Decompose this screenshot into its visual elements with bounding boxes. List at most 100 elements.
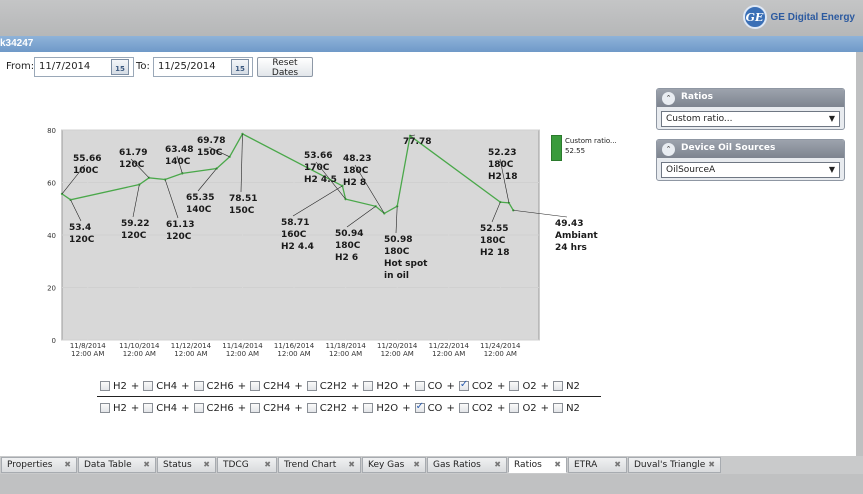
tab-ratios[interactable]: Ratios ✖ [508, 457, 567, 473]
oil-source-select-value: OilSourceA [666, 165, 716, 175]
denominator-row: H2+CH4+C2H6+C2H4+C2H2+H2O+CO+CO2+O2+N2 [100, 401, 600, 415]
tab-tdcg[interactable]: TDCG ✖ [217, 457, 277, 473]
checkbox-co[interactable] [414, 381, 425, 391]
tab-label: Data Table [84, 460, 132, 470]
data-label-line: 140C [165, 157, 191, 167]
checkbox-c2h4[interactable] [250, 403, 261, 413]
gas-label: C2H4 [263, 402, 291, 414]
data-label-line: 24 hrs [555, 243, 587, 253]
checkbox-co[interactable] [414, 401, 425, 413]
tab-duval-s-triangle[interactable]: Duval's Triangle ✖ [628, 457, 721, 473]
data-label-line: 61.13 [166, 220, 194, 230]
ratios-box: ⌃ Ratios Custom ratio... ▼ [656, 88, 845, 130]
x-tick-label: 11/18/2014 [325, 342, 366, 350]
checkbox-n2[interactable] [553, 381, 564, 391]
plus-sign: + [402, 380, 411, 392]
collapse-icon[interactable]: ⌃ [662, 92, 675, 105]
close-icon[interactable]: ✖ [64, 460, 71, 469]
plus-sign: + [237, 402, 247, 414]
data-label-line: 180C [384, 247, 410, 257]
close-icon[interactable]: ✖ [143, 460, 150, 469]
x-tick-label-time: 12:00 AM [381, 350, 414, 358]
checkbox-co2[interactable] [458, 403, 469, 413]
close-icon[interactable]: ✖ [264, 460, 271, 469]
ratios-title: Ratios [681, 92, 713, 102]
tab-key-gas[interactable]: Key Gas ✖ [362, 457, 426, 473]
data-label-line: 58.71 [281, 218, 309, 228]
tab-label: Duval's Triangle [634, 460, 706, 470]
checkbox-co2[interactable] [458, 379, 469, 391]
data-label-line: 180C [335, 241, 361, 251]
data-label-line: 180C [488, 160, 514, 170]
checkbox-ch4[interactable] [143, 403, 154, 413]
y-tick-label: 0 [52, 337, 56, 345]
data-label-line: 120C [121, 231, 147, 241]
plus-sign: + [294, 380, 303, 392]
ratios-select[interactable]: Custom ratio... ▼ [661, 111, 840, 127]
close-icon[interactable]: ✖ [614, 460, 621, 469]
close-icon[interactable]: ✖ [348, 460, 355, 469]
checkbox-c2h6[interactable] [193, 381, 204, 391]
checkbox-h2[interactable] [100, 381, 110, 391]
checkbox-o2[interactable] [509, 381, 520, 391]
close-icon[interactable]: ✖ [708, 460, 715, 469]
data-label-line: 120C [119, 160, 145, 170]
x-tick-label-time: 12:00 AM [432, 350, 465, 358]
plus-sign: + [540, 380, 550, 392]
checkbox-o2[interactable] [509, 403, 520, 413]
checkbox-c2h4[interactable] [250, 381, 261, 391]
data-label-line: Hot spot [384, 259, 428, 269]
data-label-line: 140C [186, 205, 212, 215]
data-label-line: 170C [304, 163, 330, 173]
checkbox-h2[interactable] [100, 403, 110, 413]
data-label-line: 55.66 [73, 154, 101, 164]
plus-sign: + [497, 402, 506, 414]
ratio-chart: 020406080 11/8/201412:00 AM11/10/201412:… [47, 127, 598, 358]
gas-label: CH4 [156, 380, 178, 392]
chevron-down-icon: ▼ [828, 114, 835, 123]
x-tick-label: 11/20/2014 [377, 342, 418, 350]
data-label-line: 120C [69, 235, 95, 245]
tab-trend-chart[interactable]: Trend Chart ✖ [278, 457, 361, 473]
plus-sign: + [181, 402, 190, 414]
checkbox-c2h2[interactable] [306, 403, 317, 413]
tab-label: Properties [7, 460, 53, 470]
tab-label: Ratios [514, 460, 542, 470]
data-label-line: 180C [480, 236, 506, 246]
x-tick-label-time: 12:00 AM [123, 350, 156, 358]
plus-sign: + [446, 402, 455, 414]
tab-etra[interactable]: ETRA ✖ [568, 457, 627, 473]
gas-label: C2H2 [319, 380, 348, 392]
data-label-line: 48.23 [343, 154, 371, 164]
checkbox-c2h6[interactable] [193, 403, 204, 413]
checkbox-ch4[interactable] [143, 381, 154, 391]
oil-sources-title: Device Oil Sources [681, 143, 776, 153]
close-icon[interactable]: ✖ [413, 460, 420, 469]
x-tick-label-time: 12:00 AM [484, 350, 517, 358]
tab-status[interactable]: Status ✖ [157, 457, 216, 473]
plus-sign: + [497, 380, 506, 392]
tab-data-table[interactable]: Data Table ✖ [78, 457, 156, 473]
data-label: 52.23 180C H2 18 [488, 148, 517, 182]
gas-label: O2 [522, 380, 537, 392]
data-label-line: 78.51 [229, 194, 257, 204]
data-label-line: H2 8 [343, 178, 366, 188]
checkbox-c2h2[interactable] [306, 381, 317, 391]
close-icon[interactable]: ✖ [554, 460, 561, 469]
checkbox-h2o[interactable] [363, 381, 374, 391]
x-tick-label: 11/12/2014 [171, 342, 212, 350]
close-icon[interactable]: ✖ [494, 460, 501, 469]
data-label-line: H2 18 [480, 248, 509, 258]
checkbox-n2[interactable] [553, 403, 564, 413]
checkbox-h2o[interactable] [363, 403, 374, 413]
plus-sign: + [130, 380, 140, 392]
tab-label: Status [163, 460, 192, 470]
close-icon[interactable]: ✖ [203, 460, 210, 469]
collapse-icon[interactable]: ⌃ [662, 143, 675, 156]
oil-source-select[interactable]: OilSourceA ▼ [661, 162, 840, 178]
tab-properties[interactable]: Properties ✖ [1, 457, 77, 473]
legend-swatch [551, 135, 562, 161]
tab-gas-ratios[interactable]: Gas Ratios ✖ [427, 457, 507, 473]
tab-bar: Properties ✖ Data Table ✖ Status ✖ TDCG ✖ Trend … [0, 456, 863, 474]
data-label-line: 63.48 [165, 145, 193, 155]
